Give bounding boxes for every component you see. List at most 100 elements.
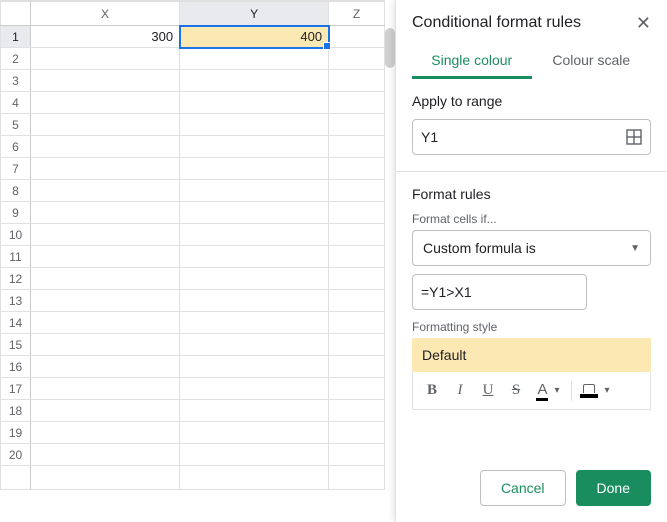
cell[interactable] (31, 224, 180, 246)
cell[interactable] (329, 70, 385, 92)
cell[interactable] (31, 422, 180, 444)
cell[interactable] (329, 202, 385, 224)
row-header[interactable]: 16 (1, 356, 31, 378)
cell[interactable] (31, 70, 180, 92)
text-color-button[interactable]: A ▾ (531, 377, 565, 405)
cell[interactable] (329, 334, 385, 356)
cell[interactable] (180, 422, 329, 444)
cell[interactable] (180, 48, 329, 70)
style-preview[interactable]: Default (412, 338, 651, 372)
cell[interactable] (329, 444, 385, 466)
corner-cell[interactable] (1, 2, 31, 26)
row-header[interactable]: 11 (1, 246, 31, 268)
cell[interactable] (31, 268, 180, 290)
cell[interactable] (180, 466, 329, 490)
cell[interactable] (31, 48, 180, 70)
row-header[interactable]: 4 (1, 92, 31, 114)
cell[interactable] (31, 202, 180, 224)
scrollbar[interactable] (385, 28, 395, 68)
tab-colour-scale[interactable]: Colour scale (532, 42, 652, 79)
row-header[interactable]: 12 (1, 268, 31, 290)
apply-range-input[interactable]: Y1 (412, 119, 651, 155)
close-icon[interactable]: ✕ (636, 14, 651, 32)
cell[interactable] (329, 312, 385, 334)
cell[interactable] (180, 136, 329, 158)
row-header[interactable]: 3 (1, 70, 31, 92)
cell[interactable] (329, 224, 385, 246)
cell[interactable] (180, 268, 329, 290)
cell[interactable] (180, 334, 329, 356)
cell[interactable] (329, 92, 385, 114)
cell[interactable] (31, 136, 180, 158)
cell[interactable] (31, 92, 180, 114)
cell[interactable] (329, 422, 385, 444)
row-header[interactable]: 13 (1, 290, 31, 312)
cell[interactable] (180, 356, 329, 378)
cell[interactable] (329, 180, 385, 202)
cancel-button[interactable]: Cancel (480, 470, 566, 506)
row-header[interactable]: 19 (1, 422, 31, 444)
col-header[interactable]: X (31, 2, 180, 26)
row-header[interactable]: 17 (1, 378, 31, 400)
cell[interactable] (31, 180, 180, 202)
done-button[interactable]: Done (576, 470, 651, 506)
bold-button[interactable]: B (419, 377, 445, 405)
row-header[interactable]: 20 (1, 444, 31, 466)
row-header[interactable]: 7 (1, 158, 31, 180)
cell[interactable] (180, 246, 329, 268)
cell[interactable] (31, 466, 180, 490)
col-header[interactable]: Z (329, 2, 385, 26)
row-header[interactable]: 9 (1, 202, 31, 224)
cell[interactable] (31, 290, 180, 312)
row-header[interactable]: 5 (1, 114, 31, 136)
cell[interactable] (31, 246, 180, 268)
cell[interactable] (329, 268, 385, 290)
row-header[interactable]: 14 (1, 312, 31, 334)
tab-single-colour[interactable]: Single colour (412, 42, 532, 79)
cell[interactable] (329, 378, 385, 400)
cell[interactable] (31, 114, 180, 136)
cell[interactable] (31, 356, 180, 378)
row-header[interactable]: 2 (1, 48, 31, 70)
cell[interactable] (329, 400, 385, 422)
cell[interactable] (329, 26, 385, 48)
cell[interactable] (329, 158, 385, 180)
cell[interactable] (31, 158, 180, 180)
row-header[interactable]: 1 (1, 26, 31, 48)
cell[interactable] (180, 202, 329, 224)
cell[interactable] (329, 114, 385, 136)
cell[interactable]: 400 (180, 26, 329, 48)
cell[interactable] (180, 114, 329, 136)
grid[interactable]: X Y Z 1300400234567891011121314151617181… (0, 1, 385, 490)
cell[interactable] (31, 444, 180, 466)
cell[interactable] (180, 444, 329, 466)
cell[interactable] (31, 312, 180, 334)
cell[interactable] (31, 334, 180, 356)
cell[interactable] (180, 180, 329, 202)
cell[interactable] (180, 224, 329, 246)
cell[interactable] (329, 290, 385, 312)
row-header[interactable]: 8 (1, 180, 31, 202)
row-header[interactable] (1, 466, 31, 490)
cell[interactable] (180, 158, 329, 180)
row-header[interactable]: 15 (1, 334, 31, 356)
cell[interactable] (329, 136, 385, 158)
cell[interactable] (180, 378, 329, 400)
formula-input[interactable]: =Y1>X1 (412, 274, 587, 310)
fill-color-button[interactable]: ▾ (578, 377, 612, 405)
cell[interactable] (180, 400, 329, 422)
cell[interactable] (180, 290, 329, 312)
underline-button[interactable]: U (475, 377, 501, 405)
italic-button[interactable]: I (447, 377, 473, 405)
range-picker-icon[interactable] (626, 129, 642, 145)
cell[interactable] (180, 312, 329, 334)
row-header[interactable]: 6 (1, 136, 31, 158)
cell[interactable]: 300 (31, 26, 180, 48)
cell[interactable] (329, 246, 385, 268)
cell[interactable] (180, 92, 329, 114)
cell[interactable] (329, 356, 385, 378)
col-header[interactable]: Y (180, 2, 329, 26)
cell[interactable] (329, 48, 385, 70)
row-header[interactable]: 18 (1, 400, 31, 422)
condition-dropdown[interactable]: Custom formula is ▼ (412, 230, 651, 266)
